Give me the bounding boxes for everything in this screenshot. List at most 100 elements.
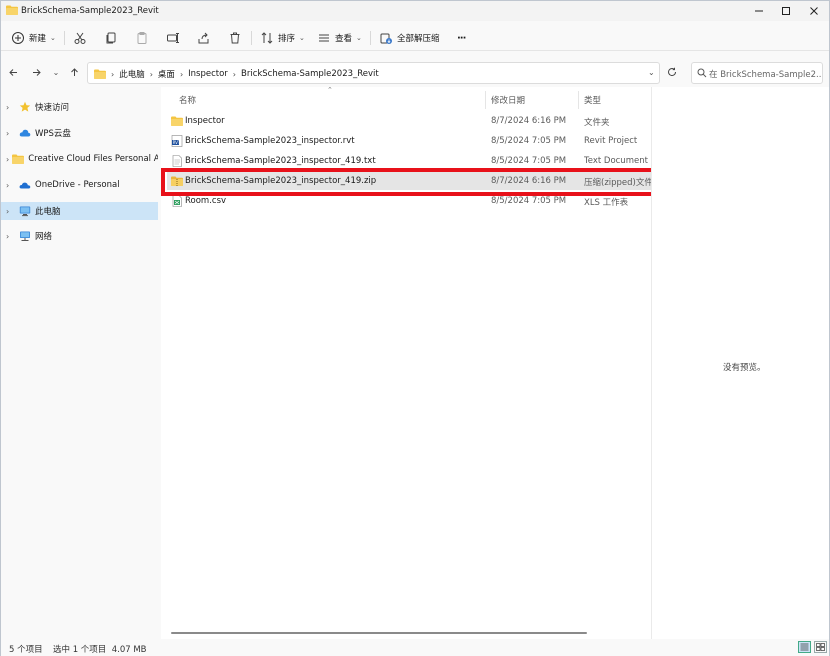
file-name: Inspector	[185, 116, 225, 126]
file-row[interactable]: Inspector 8/7/2024 6:16 PM 文件夹	[167, 112, 651, 130]
item-count: 5 个项目	[9, 645, 43, 655]
cloud-icon	[19, 129, 31, 137]
address-bar[interactable]: › 此电脑 › 桌面 › Inspector › BrickSchema-Sam…	[87, 62, 660, 84]
sidebar-item-label: OneDrive - Personal	[35, 180, 120, 190]
arrow-left-icon	[8, 68, 17, 76]
file-type: Text Document	[584, 156, 648, 166]
folder-icon	[94, 69, 106, 79]
details-view-button[interactable]	[798, 641, 811, 653]
more-options-button[interactable]: ···	[457, 30, 466, 46]
maximize-button[interactable]	[772, 1, 800, 21]
breadcrumb-item[interactable]: 桌面	[158, 68, 175, 80]
breadcrumb-item[interactable]: Inspector	[188, 69, 228, 79]
chevron-right-icon[interactable]: ›	[6, 103, 16, 112]
copy-button[interactable]	[104, 30, 118, 46]
chevron-right-icon[interactable]: ›	[6, 129, 16, 138]
rename-button[interactable]	[166, 30, 180, 46]
plus-circle-icon	[12, 32, 24, 44]
file-name: BrickSchema-Sample2023_inspector_419.txt	[185, 156, 376, 166]
extract-all-label: 全部解压缩	[397, 34, 440, 44]
sidebar-item-quick-access[interactable]: › 快速访问	[1, 98, 158, 116]
arrow-right-icon	[32, 68, 41, 76]
txt-icon	[172, 155, 182, 167]
column-header-type[interactable]: 类型	[584, 94, 601, 106]
forward-button[interactable]	[29, 65, 43, 79]
preview-pane: 没有预览。	[651, 87, 829, 641]
file-row[interactable]: RVT BrickSchema-Sample2023_inspector.rvt…	[167, 132, 651, 150]
view-icon	[319, 34, 329, 42]
share-button[interactable]	[197, 30, 211, 46]
sidebar-item-onedrive[interactable]: › OneDrive - Personal	[1, 176, 158, 194]
sidebar-item-label: 网络	[35, 232, 53, 242]
chevron-down-icon: ⌄	[50, 34, 56, 42]
sort-button[interactable]: 排序 ⌄	[260, 30, 305, 46]
address-row: ⌄ › 此电脑 › 桌面 › Inspector › BrickSchema-S…	[1, 59, 829, 87]
back-button[interactable]	[6, 65, 20, 79]
delete-button[interactable]	[228, 30, 242, 46]
chevron-down-icon: ⌄	[52, 67, 60, 77]
up-button[interactable]	[67, 65, 81, 79]
folder-icon	[171, 116, 183, 126]
file-explorer-window: BrickSchema-Sample2023_Revit 新建 ⌄ 排序 ⌄ 查…	[0, 0, 830, 656]
breadcrumb-item[interactable]: BrickSchema-Sample2023_Revit	[241, 69, 379, 79]
rvt-icon: RVT	[171, 135, 183, 147]
share-icon	[198, 32, 209, 44]
sidebar-item-this-pc[interactable]: › 此电脑	[1, 202, 158, 220]
sidebar-item-network[interactable]: › 网络	[1, 227, 158, 245]
command-bar: 新建 ⌄ 排序 ⌄ 查看 ⌄ 全部解压缩 ···	[1, 25, 829, 51]
preview-empty-text: 没有预览。	[723, 363, 766, 373]
new-button[interactable]: 新建 ⌄	[11, 30, 56, 46]
selection-info: 选中 1 个项目 4.07 MB	[53, 645, 147, 655]
extract-icon	[380, 33, 392, 44]
file-name: BrickSchema-Sample2023_inspector.rvt	[185, 136, 355, 146]
chevron-right-icon: ›	[149, 69, 153, 79]
sidebar-item-label: Creative Cloud Files Personal Acc	[28, 154, 158, 164]
more-icon: ···	[457, 32, 466, 44]
sidebar-item-wps-cloud[interactable]: › WPS云盘	[1, 124, 158, 142]
recent-locations-button[interactable]: ⌄	[49, 65, 63, 79]
sidebar-item-label: 此电脑	[35, 207, 61, 217]
arrow-up-icon	[70, 67, 78, 76]
file-name: Room.csv	[185, 196, 227, 206]
search-placeholder: 在 BrickSchema-Sample2...	[709, 70, 821, 80]
csv-icon	[172, 195, 182, 207]
chevron-right-icon[interactable]: ›	[6, 155, 9, 164]
sort-label: 排序	[278, 34, 296, 44]
column-header-name[interactable]: 名称	[179, 94, 196, 106]
column-divider[interactable]	[485, 91, 486, 109]
chevron-right-icon[interactable]: ›	[6, 181, 16, 190]
address-dropdown-icon[interactable]: ⌄	[648, 68, 655, 77]
file-type: XLS 工作表	[584, 198, 629, 208]
new-label: 新建	[29, 34, 47, 44]
refresh-button[interactable]	[665, 65, 679, 79]
chevron-right-icon: ›	[232, 69, 236, 79]
breadcrumb-item[interactable]: 此电脑	[119, 68, 145, 80]
folder-icon	[6, 5, 18, 15]
folder-icon	[12, 154, 25, 164]
navigation-pane: › 快速访问 › WPS云盘 › Creative Cloud Files Pe…	[1, 91, 158, 631]
maximize-icon	[782, 7, 790, 15]
horizontal-scrollbar[interactable]	[171, 632, 587, 634]
column-header-date[interactable]: 修改日期	[491, 94, 525, 106]
file-date: 8/5/2024 7:05 PM	[491, 136, 567, 146]
paste-button[interactable]	[135, 30, 149, 46]
cut-button[interactable]	[73, 30, 87, 46]
svg-text:RVT: RVT	[173, 140, 181, 145]
sort-icon	[261, 32, 273, 44]
view-button[interactable]: 查看 ⌄	[317, 30, 362, 46]
minimize-button[interactable]	[745, 1, 773, 21]
toolbar-divider	[370, 31, 371, 45]
tiles-view-button[interactable]	[814, 641, 827, 653]
tiles-view-icon	[816, 643, 825, 651]
scissors-icon	[74, 32, 86, 44]
status-bar: 5 个项目 选中 1 个项目 4.07 MB	[1, 639, 829, 656]
close-button[interactable]	[800, 1, 828, 21]
search-icon	[697, 68, 707, 78]
column-divider[interactable]	[578, 91, 579, 109]
extract-all-button[interactable]: 全部解压缩	[379, 30, 440, 46]
search-box[interactable]: 在 BrickSchema-Sample2...	[691, 62, 823, 84]
chevron-right-icon[interactable]: ›	[6, 207, 16, 216]
chevron-right-icon[interactable]: ›	[6, 232, 16, 241]
sidebar-item-creative-cloud[interactable]: › Creative Cloud Files Personal Acc	[1, 150, 158, 168]
file-date: 8/5/2024 7:05 PM	[491, 196, 567, 206]
